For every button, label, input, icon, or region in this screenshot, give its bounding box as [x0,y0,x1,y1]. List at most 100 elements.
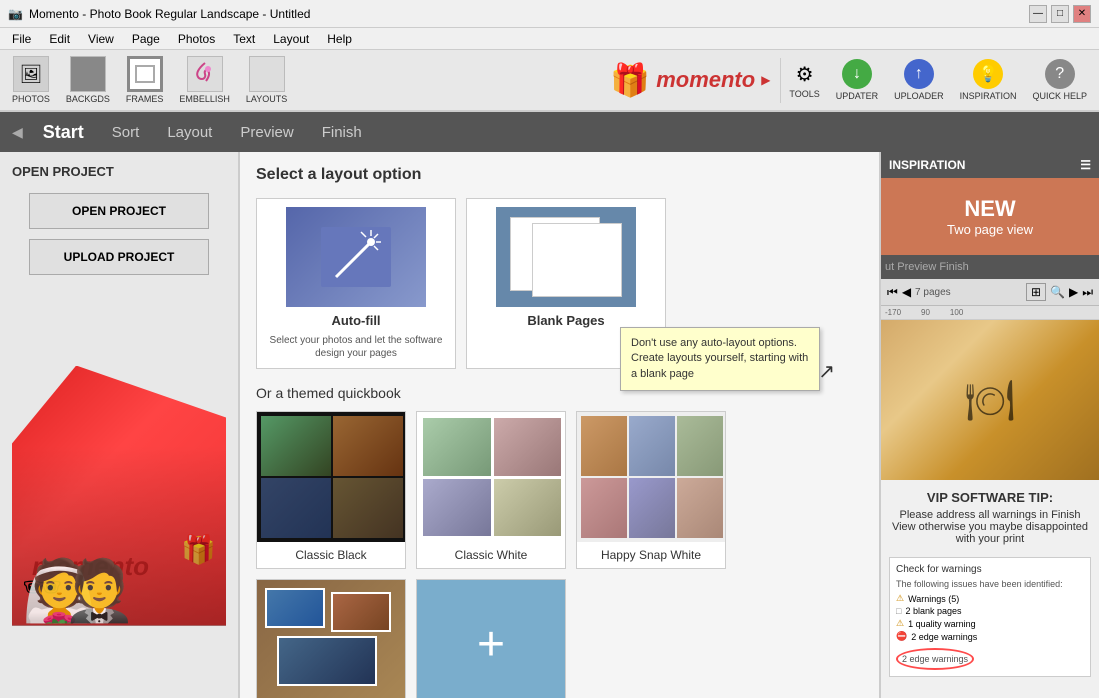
page-nav-last[interactable]: ⏭ [1082,285,1093,300]
toolbar: 🖼 PHOTOS BACKGDS FRAMES EMBELLISH LAYOUT… [0,50,1099,112]
nav-step-layout[interactable]: Layout [155,120,224,145]
quickbook-row-2: + [256,579,863,698]
classic-black-label: Classic Black [257,542,405,568]
landscape-card-1-img [257,580,406,698]
inspiration-new-sub: Two page view [889,222,1091,237]
maximize-button[interactable]: □ [1051,5,1069,23]
page-nav-next[interactable]: ▶ [1069,285,1078,299]
nav-step-sort[interactable]: Sort [100,120,152,145]
nav-step-finish[interactable]: Finish [310,120,374,145]
tooltip: Don't use any auto-layout options. Creat… [620,327,820,391]
right-panel: INSPIRATION ☰ NEW Two page view ut Previ… [879,152,1099,698]
warning-text-0: Warnings (5) [908,594,959,604]
nav-step-preview[interactable]: Preview [228,120,305,145]
titlebar: 📷 Momento - Photo Book Regular Landscape… [0,0,1099,28]
classic-white-card[interactable]: Classic White [416,411,566,569]
rt-quickhelp[interactable]: ? QUICK HELP [1024,55,1095,105]
menu-photos[interactable]: Photos [170,30,223,48]
warning-item-2: ⚠ 1 quality warning [896,618,1084,629]
blank-pages-icon [496,207,636,307]
toolbar-frames[interactable]: FRAMES [118,52,172,108]
rt-inspiration[interactable]: 💡 INSPIRATION [952,55,1025,105]
happy-snap-white-card[interactable]: Happy Snap White [576,411,726,569]
menu-layout[interactable]: Layout [265,30,317,48]
warning-item-0: ⚠ Warnings (5) [896,593,1084,604]
pages-count: 7 pages [915,287,951,298]
classic-black-img [257,412,406,542]
autofill-card[interactable]: Auto-fill Select your photos and let the… [256,198,456,369]
inspiration-nav: ut Preview Finish [881,255,1099,279]
ruler: -170 90 100 [881,306,1099,320]
classic-white-label: Classic White [417,542,565,568]
sidebar-logo-area: momento 🕶 🎁 👰 🤵 [12,285,226,686]
menubar: File Edit View Page Photos Text Layout H… [0,28,1099,50]
inspiration-content: NEW Two page view ut Preview Finish ⏮ ◀ … [881,178,1099,698]
page-nav-first[interactable]: ⏮ [887,285,898,300]
center-content: Select a layout option [240,152,879,698]
happy-snap-white-img [577,412,726,542]
inspiration-food-image: 🍽 [881,320,1099,480]
toolbar-photos[interactable]: 🖼 PHOTOS [4,52,58,108]
uploader-label: UPLOADER [894,91,944,101]
momento-brand-area: 🎁 momento ▶ [610,61,770,99]
rt-uploader[interactable]: ↑ UPLOADER [886,55,952,105]
menu-view[interactable]: View [80,30,122,48]
menu-page[interactable]: Page [124,30,168,48]
warning-icon-1: □ [896,606,901,616]
rt-updater[interactable]: ↓ UPDATER [828,55,886,105]
inspiration-menu-icon[interactable]: ☰ [1080,158,1091,172]
main-area: OPEN PROJECT OPEN PROJECT UPLOAD PROJECT… [0,152,1099,698]
toolbar-backgds[interactable]: BACKGDS [58,52,118,108]
upload-project-button[interactable]: UPLOAD PROJECT [29,239,209,275]
inspiration-label: INSPIRATION [960,91,1017,101]
warning-box: Check for warnings The following issues … [889,557,1091,677]
minimize-button[interactable]: — [1029,5,1047,23]
updater-icon: ↓ [842,59,872,89]
sidebar: OPEN PROJECT OPEN PROJECT UPLOAD PROJECT… [0,152,240,698]
page-nav-prev[interactable]: ◀ [902,285,911,299]
open-project-button[interactable]: OPEN PROJECT [29,193,209,229]
classic-black-card[interactable]: Classic Black [256,411,406,569]
autofill-desc: Select your photos and let the software … [265,334,447,360]
inspiration-header: INSPIRATION ☰ [881,152,1099,178]
titlebar-left: 📷 Momento - Photo Book Regular Landscape… [8,7,310,21]
page-nav-zoom-in[interactable]: 🔍 [1050,285,1065,299]
close-button[interactable]: ✕ [1073,5,1091,23]
add-more-button[interactable]: + [416,579,566,698]
titlebar-controls: — □ ✕ [1029,5,1091,23]
nav-prev[interactable]: ◀ [8,124,27,141]
warning-box-title: Check for warnings [896,564,1084,575]
brand-arrow: ▶ [761,73,770,87]
warning-item-1: □ 2 blank pages [896,606,1084,616]
toolbar-embellish[interactable]: EMBELLISH [171,52,238,108]
vip-tip: VIP SOFTWARE TIP: Please address all war… [881,480,1099,551]
menu-edit[interactable]: Edit [41,30,78,48]
frames-icon [127,56,163,92]
warning-icon-0: ⚠ [896,593,904,604]
nav-step-start[interactable]: Start [31,118,96,147]
rt-tools[interactable]: ⚙ TOOLS [780,58,827,103]
navstrip: ◀ Start Sort Layout Preview Finish [0,112,1099,152]
page-nav-grid[interactable]: ⊞ [1026,283,1046,301]
blank-pages-title: Blank Pages [527,313,604,328]
warning-text-3: 2 edge warnings [911,632,977,642]
menu-text[interactable]: Text [225,30,263,48]
photos-label: PHOTOS [12,94,50,104]
menu-help[interactable]: Help [319,30,360,48]
menu-file[interactable]: File [4,30,39,48]
momento-gift-icon: 🎁 [610,61,650,99]
happy-snap-white-label: Happy Snap White [577,542,725,568]
window-title: Momento - Photo Book Regular Landscape -… [29,7,311,21]
embellish-icon [187,56,223,92]
warning-highlight: 2 edge warnings [896,648,974,670]
autofill-title: Auto-fill [331,313,380,328]
inspiration-title: INSPIRATION [889,158,965,172]
warning-icon-3: ⛔ [896,631,907,642]
quickbook-row: Classic Black Classic White [256,411,863,569]
landscape-card-1[interactable] [256,579,406,698]
layouts-label: LAYOUTS [246,94,287,104]
toolbar-layouts[interactable]: LAYOUTS [238,52,295,108]
center-title: Select a layout option [256,166,863,184]
frames-label: FRAMES [126,94,164,104]
backgds-icon [70,56,106,92]
